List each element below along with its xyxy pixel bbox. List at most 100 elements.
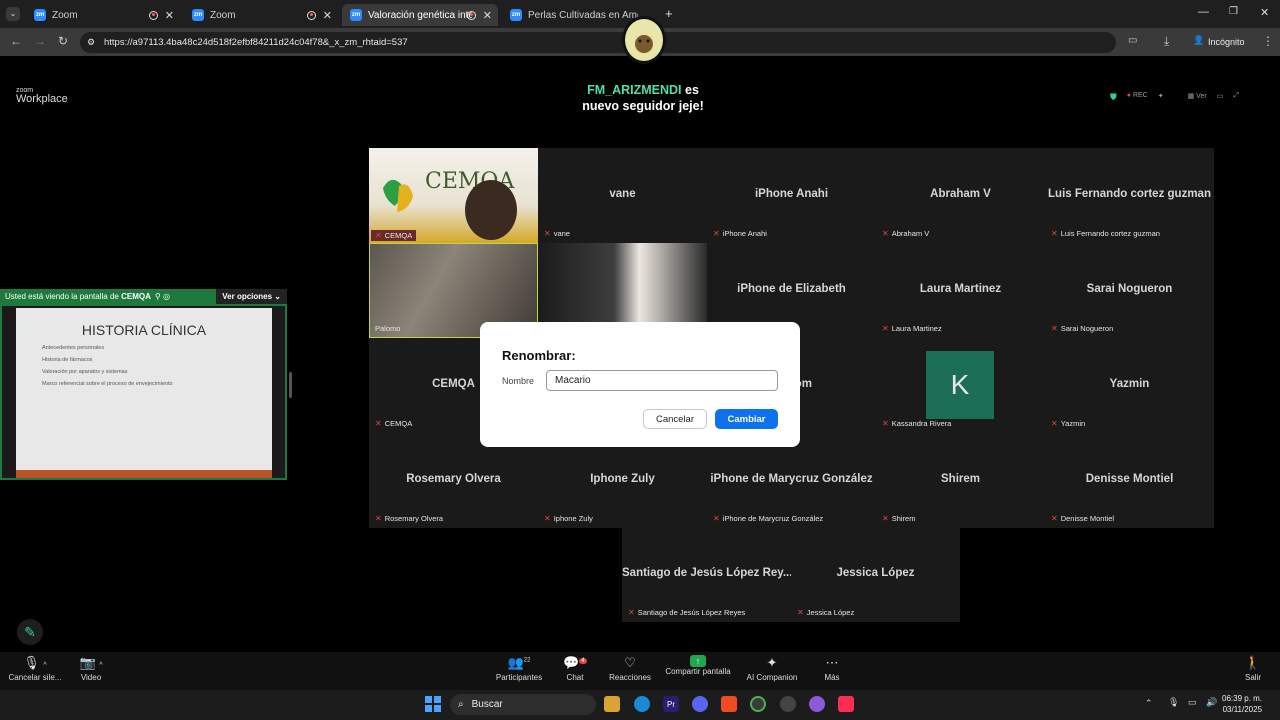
participant-tile[interactable]: Rosemary Olvera ✕ Rosemary Olvera [369, 433, 538, 528]
participant-tile[interactable]: Denisse Montiel ✕ Denisse Montiel [1045, 433, 1214, 528]
maximize-window-button[interactable]: ❐ [1229, 6, 1238, 17]
reader-mode-icon[interactable]: ▭ [1128, 35, 1137, 46]
change-button[interactable]: Cambiar [715, 409, 778, 429]
participant-tile[interactable]: Santiago de Jesús López Rey... ✕ Santiago… [622, 527, 791, 622]
close-tab-icon[interactable]: ✕ [483, 9, 492, 22]
close-tab-icon[interactable]: ✕ [165, 9, 174, 22]
share-screen-button[interactable]: ↑ Compartir pantalla [663, 655, 733, 676]
participant-name: Yazmin [1109, 378, 1150, 390]
fullscreen-icon[interactable]: ⤢ [1233, 92, 1239, 103]
tab-label: Zoom [210, 9, 236, 21]
muted-mic-icon: ✕ [1051, 324, 1058, 333]
tab-search-button[interactable]: ⌄ [6, 7, 20, 21]
security-shield-icon[interactable]: ⛊ [1110, 92, 1117, 103]
cancel-button[interactable]: Cancelar [643, 409, 707, 429]
leave-icon: 🚶 [1244, 655, 1262, 670]
participant-tile[interactable]: iPhone de Marycruz González ✕ iPhone de M… [707, 433, 876, 528]
more-button[interactable]: ⋯ Más [797, 655, 867, 682]
forward-arrow-icon[interactable]: → [34, 34, 46, 48]
site-info-icon[interactable]: ⚙ [87, 37, 95, 48]
browser-menu-icon[interactable]: ⋮ [1262, 34, 1274, 48]
participant-label: ✕ Denisse Montiel [1051, 514, 1115, 523]
muted-mic-icon: ✕ [1051, 514, 1058, 523]
participant-tile[interactable]: iPhone Anahi ✕ iPhone Anahi [707, 148, 876, 243]
chrome-icon[interactable] [750, 696, 766, 712]
follower-message: nuevo seguidor jeje! [582, 99, 704, 113]
participant-name: iPhone de Marycruz González [710, 473, 873, 485]
participant-name: Rosemary Olvera [406, 473, 501, 485]
tray-network-icon[interactable]: ▭ [1188, 697, 1197, 708]
participant-tile[interactable]: Laura Martinez ✕ Laura Martinez [876, 243, 1045, 338]
participant-tile[interactable]: vane ✕ vane [538, 148, 707, 243]
brave-icon[interactable] [721, 696, 737, 712]
file-explorer-icon[interactable] [604, 696, 620, 712]
gallery-icon[interactable]: ▭ [1217, 92, 1224, 103]
gallery-row: Santiago de Jesús López Rey... ✕ Santiago… [622, 527, 960, 622]
tray-chevron-icon[interactable]: ⌃ [1145, 698, 1153, 709]
panel-resize-handle[interactable] [289, 372, 292, 398]
participant-name: Shirem [941, 473, 980, 485]
muted-mic-icon: ✕ [1051, 229, 1058, 238]
tray-volume-icon[interactable]: 🔊 [1206, 697, 1217, 708]
view-button[interactable]: ▦ Ver [1188, 92, 1207, 103]
participant-name: iPhone de Elizabeth [737, 283, 846, 295]
tab-valoracion[interactable]: zm Valoración genética integra ✕ [342, 4, 498, 26]
back-arrow-icon[interactable]: ← [10, 34, 22, 48]
incognito-label: Incógnito [1208, 37, 1245, 47]
taskbar-search[interactable]: ⌕ Buscar [450, 694, 596, 715]
follower-nick: FM_ARIZMENDI [587, 83, 682, 97]
tray-mic-icon[interactable]: 🎙 [1168, 697, 1179, 708]
annotate-pen-icon[interactable]: ✎ [17, 619, 43, 645]
participant-label: ✕ Santiago de Jesús López Reyes [628, 608, 746, 617]
participant-tile[interactable]: Yazmin ✕ Yazmin [1045, 338, 1214, 433]
participant-tile[interactable]: Luis Fernando cortez guzman ✕ Luis Fernan… [1045, 148, 1214, 243]
tab-zoom-1[interactable]: zm Zoom ✕ [26, 4, 180, 26]
participant-label: ✕ Yazmin [1051, 419, 1086, 428]
participant-name: Sarai Nogueron [1086, 283, 1173, 295]
close-tab-icon[interactable]: ✕ [323, 9, 332, 22]
premiere-icon[interactable]: Pr [663, 696, 679, 712]
zoom-favicon-icon: zm [34, 9, 46, 21]
tab-zoom-2[interactable]: zm Zoom ✕ [184, 4, 338, 26]
tiktok-icon[interactable] [838, 696, 854, 712]
ai-sparkle-icon[interactable]: ✦ [1158, 92, 1164, 103]
shared-screen[interactable]: HISTORIA CLÍNICA Antecedentes personales… [0, 304, 287, 480]
share-arrow-icon: ↑ [690, 655, 706, 667]
taskbar-clock[interactable]: 06:39 p. m. 03/11/2025 [1222, 693, 1262, 715]
search-icon: ⌕ [458, 699, 464, 710]
video-button[interactable]: 📷 ^ Video [56, 655, 126, 682]
muted-mic-icon: ✕ [375, 231, 382, 240]
participant-name: Denisse Montiel [1085, 473, 1174, 485]
participant-tile[interactable]: Abraham V ✕ Abraham V [876, 148, 1045, 243]
participant-tile[interactable]: Shirem ✕ Shirem [876, 433, 1045, 528]
close-window-button[interactable]: ✕ [1260, 6, 1269, 19]
reactions-button[interactable]: ♡ Reacciones [595, 655, 665, 682]
heart-icon: ♡ [624, 655, 636, 670]
incognito-icon: 👤 [1193, 35, 1205, 45]
url-field[interactable]: ⚙ https://a97113.4ba48c24d518f2efbf84211… [80, 32, 1116, 53]
name-input[interactable] [546, 370, 778, 391]
participant-label: ✕ Luis Fernando cortez guzman [1051, 229, 1160, 238]
muted-mic-icon: ✕ [797, 608, 804, 617]
participant-tile[interactable]: CEMQA ✕ CEMQA [369, 148, 538, 243]
participant-label: ✕ vane [544, 229, 570, 238]
windows-start-icon[interactable] [425, 696, 441, 712]
participant-name: iPhone Anahi [754, 188, 829, 200]
edge-icon[interactable] [634, 696, 650, 712]
leave-button[interactable]: 🚶 Salir [1218, 655, 1280, 682]
view-options-button[interactable]: Ver opciones ⌄ [216, 289, 287, 304]
follower-alert: FM_ARIZMENDI es nuevo seguidor jeje! [560, 82, 726, 114]
participant-tile[interactable]: Sarai Nogueron ✕ Sarai Nogueron [1045, 243, 1214, 338]
participant-tile[interactable]: Iphone Zuly ✕ Iphone Zuly [538, 433, 707, 528]
recording-icon [467, 10, 476, 20]
cemqa-logo-icon: CEMQA [383, 169, 517, 240]
muted-mic-icon: ✕ [882, 419, 889, 428]
participant-name: Jessica López [836, 567, 915, 579]
obs-icon[interactable] [780, 696, 796, 712]
reload-icon[interactable]: ↻ [58, 34, 68, 48]
minimize-window-button[interactable]: — [1198, 6, 1209, 18]
download-icon[interactable]: ⤓ [1164, 34, 1169, 49]
participant-tile[interactable]: Jessica López ✕ Jessica López [791, 527, 960, 622]
app-icon[interactable] [809, 696, 825, 712]
discord-icon[interactable] [692, 696, 708, 712]
